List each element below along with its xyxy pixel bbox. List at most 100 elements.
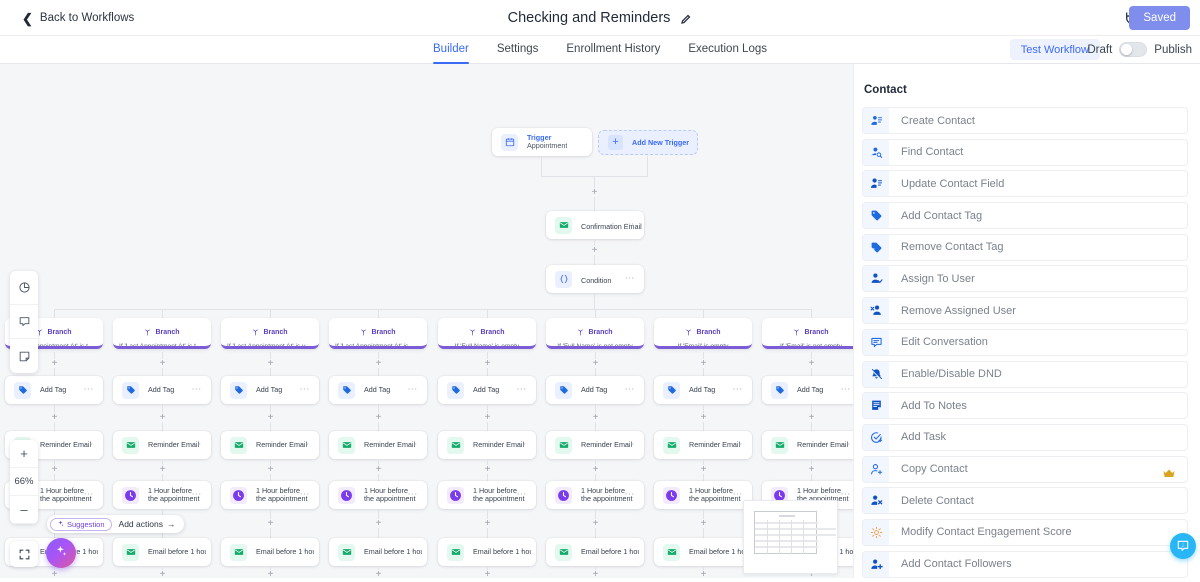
add-step-plus[interactable]: + [699, 359, 708, 369]
tab-execution-logs[interactable]: Execution Logs [688, 36, 767, 64]
add-actions-button[interactable]: Add actions → [119, 519, 176, 529]
add-step-plus[interactable]: + [266, 359, 275, 369]
add-step-plus[interactable]: + [483, 359, 492, 369]
trigger-node[interactable]: Trigger Appointment [492, 128, 592, 156]
sidebar-action-add-task[interactable]: Add Task [862, 423, 1188, 451]
action-node-wait[interactable]: 1 Hour before the appointment ⋯ [221, 481, 319, 509]
sidebar-action-add-contact-tag[interactable]: Add Contact Tag [862, 202, 1188, 230]
add-step-plus[interactable]: + [591, 359, 600, 369]
analytics-pie-icon-button[interactable] [10, 271, 38, 305]
sidebar-action-enable-disable-dnd[interactable]: Enable/Disable DND [862, 360, 1188, 388]
tab-builder[interactable]: Builder [433, 36, 469, 64]
comment-icon-button[interactable] [10, 305, 38, 339]
action-node-wait[interactable]: 1 Hour before the appointment ⋯ [329, 481, 427, 509]
add-step-plus[interactable]: + [483, 570, 492, 578]
node-menu-icon[interactable]: ⋯ [732, 547, 743, 557]
action-node-email[interactable]: Reminder Email ⋯ [654, 431, 752, 459]
add-step-plus[interactable]: + [807, 412, 816, 422]
branch-node[interactable]: Branch If 'Full Name' is empty [438, 318, 536, 349]
action-node-email[interactable]: Email before 1 hour ⋯ [329, 538, 427, 566]
action-node-wait[interactable]: 1 Hour before the appointment ⋯ [113, 481, 211, 509]
node-menu-icon[interactable]: ⋯ [732, 440, 743, 450]
zoom-in-button[interactable]: + [10, 440, 38, 468]
branch-node[interactable]: Branch If 'Last Appointment At' is tomor… [113, 318, 211, 349]
node-menu-icon[interactable]: ⋯ [299, 547, 310, 557]
action-node-email[interactable]: Email before 1 hour ⋯ [546, 538, 644, 566]
add-step-plus[interactable]: + [591, 570, 600, 578]
action-node-email[interactable]: Email before 1 hour ⋯ [221, 538, 319, 566]
add-step-plus[interactable]: + [699, 570, 708, 578]
action-node-email[interactable]: Reminder Email ⋯ [113, 431, 211, 459]
sidebar-action-find-contact[interactable]: Find Contact [862, 138, 1188, 166]
node-menu-icon[interactable]: ⋯ [299, 385, 310, 395]
node-menu-icon[interactable]: ⋯ [624, 440, 635, 450]
action-node-email[interactable]: Reminder Email ⋯ [438, 431, 536, 459]
add-step-plus[interactable]: + [158, 570, 167, 578]
canvas-minimap[interactable] [743, 500, 838, 574]
add-step-plus[interactable]: + [266, 518, 275, 528]
workflow-canvas[interactable]: Trigger Appointment + Add New Trigger + … [0, 64, 853, 578]
add-step-plus[interactable]: + [158, 359, 167, 369]
sidebar-action-update-contact-field[interactable]: Update Contact Field [862, 170, 1188, 198]
action-node-tag[interactable]: Add Tag ⋯ [113, 376, 211, 404]
node-menu-icon[interactable]: ⋯ [840, 547, 851, 557]
add-step-plus[interactable]: + [50, 570, 59, 578]
add-step-plus[interactable]: + [50, 465, 59, 475]
add-step-plus[interactable]: + [483, 412, 492, 422]
node-menu-icon[interactable]: ⋯ [840, 385, 851, 395]
action-node-email[interactable]: Email before 1 hour ⋯ [654, 538, 752, 566]
node-menu-icon[interactable]: ⋯ [516, 490, 527, 500]
action-node-email[interactable]: Email before 1 hour ⋯ [113, 538, 211, 566]
action-node-wait[interactable]: 1 Hour before the appointment ⋯ [654, 481, 752, 509]
node-menu-icon[interactable]: ⋯ [624, 385, 635, 395]
node-menu-icon[interactable]: ⋯ [624, 220, 635, 230]
node-menu-icon[interactable]: ⋯ [624, 547, 635, 557]
node-menu-icon[interactable]: ⋯ [732, 385, 743, 395]
node-menu-icon[interactable]: ⋯ [407, 547, 418, 557]
add-step-plus[interactable]: + [374, 518, 383, 528]
saved-button[interactable]: Saved [1129, 6, 1190, 30]
action-node-tag[interactable]: Add Tag ⋯ [438, 376, 536, 404]
node-menu-icon[interactable]: ⋯ [407, 490, 418, 500]
add-step-plus[interactable]: + [591, 412, 600, 422]
sidebar-action-modify-contact-engagement-score[interactable]: Modify Contact Engagement Score [862, 518, 1188, 546]
action-node-email[interactable]: Reminder Email ⋯ [329, 431, 427, 459]
publish-toggle[interactable] [1119, 42, 1148, 57]
add-step-plus[interactable]: + [699, 518, 708, 528]
node-menu-icon[interactable]: ⋯ [624, 274, 635, 284]
node-menu-icon[interactable]: ⋯ [516, 385, 527, 395]
action-node-email[interactable]: Reminder Email ⋯ [221, 431, 319, 459]
action-node-email[interactable]: Reminder Email ⋯ [762, 431, 853, 459]
node-menu-icon[interactable]: ⋯ [83, 490, 94, 500]
add-step-plus[interactable]: + [374, 412, 383, 422]
node-menu-icon[interactable]: ⋯ [191, 385, 202, 395]
sidebar-action-remove-contact-tag[interactable]: x Remove Contact Tag [862, 233, 1188, 261]
branch-node[interactable]: Branch If 'Full Name' is not empty [546, 318, 644, 349]
sidebar-action-add-to-notes[interactable]: Add To Notes [862, 392, 1188, 420]
node-menu-icon[interactable]: ⋯ [299, 490, 310, 500]
sidebar-action-create-contact[interactable]: Create Contact [862, 107, 1188, 134]
add-step-plus[interactable]: + [50, 412, 59, 422]
branch-node[interactable]: Branch If 'Email' is empty [654, 318, 752, 349]
node-menu-icon[interactable]: ⋯ [624, 490, 635, 500]
add-step-plus[interactable]: + [591, 465, 600, 475]
add-step-plus[interactable]: + [590, 246, 599, 256]
node-menu-icon[interactable]: ⋯ [516, 440, 527, 450]
action-node-email[interactable]: Email before 1 hour ⋯ [438, 538, 536, 566]
node-menu-icon[interactable]: ⋯ [840, 490, 851, 500]
branch-node[interactable]: Branch If 'Email' is not empty [762, 318, 853, 349]
add-new-trigger-button[interactable]: + Add New Trigger [598, 130, 698, 155]
action-node-tag[interactable]: Add Tag ⋯ [5, 376, 103, 404]
sidebar-action-remove-assigned-user[interactable]: Remove Assigned User [862, 297, 1188, 325]
add-step-plus[interactable]: + [591, 518, 600, 528]
node-menu-icon[interactable]: ⋯ [191, 490, 202, 500]
ai-assistant-button[interactable] [46, 538, 76, 568]
node-menu-icon[interactable]: ⋯ [83, 547, 94, 557]
node-menu-icon[interactable]: ⋯ [299, 440, 310, 450]
sidebar-action-add-contact-followers[interactable]: Add Contact Followers [862, 550, 1188, 578]
action-node-wait[interactable]: 1 Hour before the appointment ⋯ [438, 481, 536, 509]
add-step-plus[interactable]: + [266, 412, 275, 422]
zoom-level-label[interactable]: 66% [10, 468, 38, 496]
add-step-plus[interactable]: + [590, 188, 599, 198]
add-step-plus[interactable]: + [158, 412, 167, 422]
